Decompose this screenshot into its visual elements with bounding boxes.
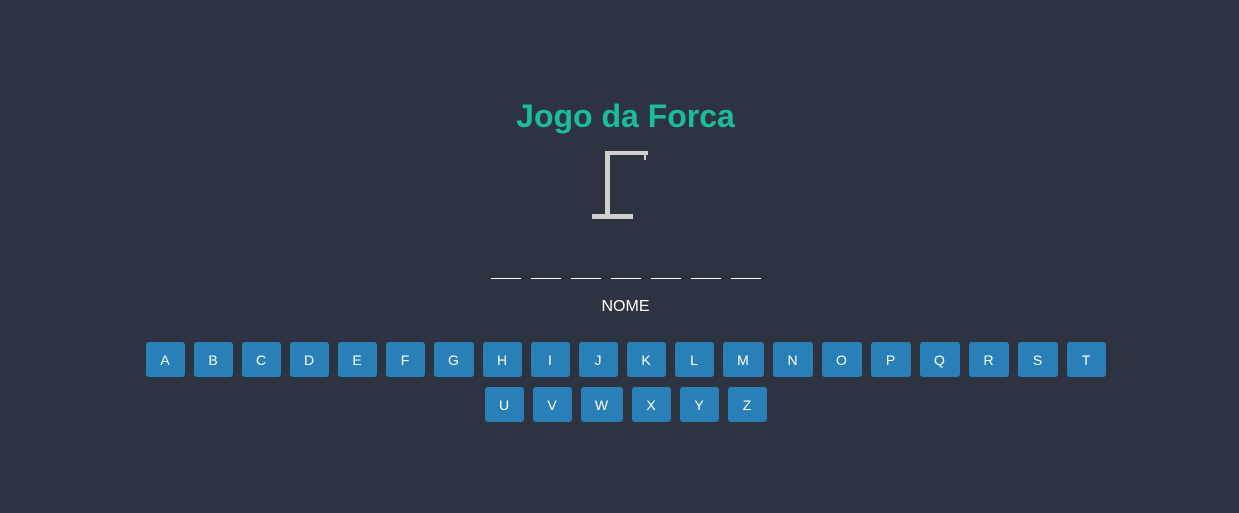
letter-slot <box>610 266 641 279</box>
gallows-rope <box>644 151 646 160</box>
letter-key-o[interactable]: O <box>821 342 862 377</box>
letter-key-v[interactable]: V <box>532 387 572 422</box>
letter-key-t[interactable]: T <box>1066 342 1106 377</box>
word-hint: NOME <box>601 298 650 315</box>
letter-key-x[interactable]: X <box>631 387 671 422</box>
letter-key-b[interactable]: B <box>193 342 233 377</box>
gallows-base <box>592 214 633 219</box>
word-slots <box>0 266 1239 279</box>
keyboard-row-1: ABCDEFGHIJKLMNOPQRST <box>0 342 1239 377</box>
letter-key-h[interactable]: H <box>482 342 522 377</box>
letter-key-a[interactable]: A <box>145 342 185 377</box>
letter-key-w[interactable]: W <box>580 387 623 422</box>
letter-keyboard: ABCDEFGHIJKLMNOPQRST UVWXYZ <box>0 342 1239 432</box>
letter-slot <box>730 266 761 279</box>
letter-key-r[interactable]: R <box>968 342 1009 377</box>
letter-key-p[interactable]: P <box>870 342 911 377</box>
gallows-drawing <box>592 151 648 219</box>
letter-key-q[interactable]: Q <box>919 342 960 377</box>
letter-key-n[interactable]: N <box>772 342 813 377</box>
letter-slot <box>650 266 681 279</box>
gallows-beam <box>605 151 648 155</box>
letter-key-k[interactable]: K <box>626 342 666 377</box>
letter-key-u[interactable]: U <box>484 387 524 422</box>
game-title: Jogo da Forca <box>516 98 735 134</box>
letter-slot <box>490 266 521 279</box>
letter-slot <box>690 266 721 279</box>
game-screen: Jogo da Forca NOME ABCDEFGHIJKLMNOPQRST … <box>0 0 1239 513</box>
letter-key-f[interactable]: F <box>385 342 425 377</box>
letter-key-j[interactable]: J <box>578 342 618 377</box>
letter-key-g[interactable]: G <box>433 342 474 377</box>
letter-slot <box>570 266 601 279</box>
letter-key-y[interactable]: Y <box>679 387 719 422</box>
letter-key-d[interactable]: D <box>289 342 329 377</box>
letter-key-m[interactable]: M <box>722 342 764 377</box>
letter-key-e[interactable]: E <box>337 342 377 377</box>
letter-slot <box>530 266 561 279</box>
letter-key-c[interactable]: C <box>241 342 281 377</box>
letter-key-s[interactable]: S <box>1017 342 1058 377</box>
gallows-pole <box>605 151 610 217</box>
letter-key-i[interactable]: I <box>530 342 570 377</box>
letter-key-z[interactable]: Z <box>727 387 767 422</box>
keyboard-row-2: UVWXYZ <box>0 387 1239 422</box>
letter-key-l[interactable]: L <box>674 342 714 377</box>
